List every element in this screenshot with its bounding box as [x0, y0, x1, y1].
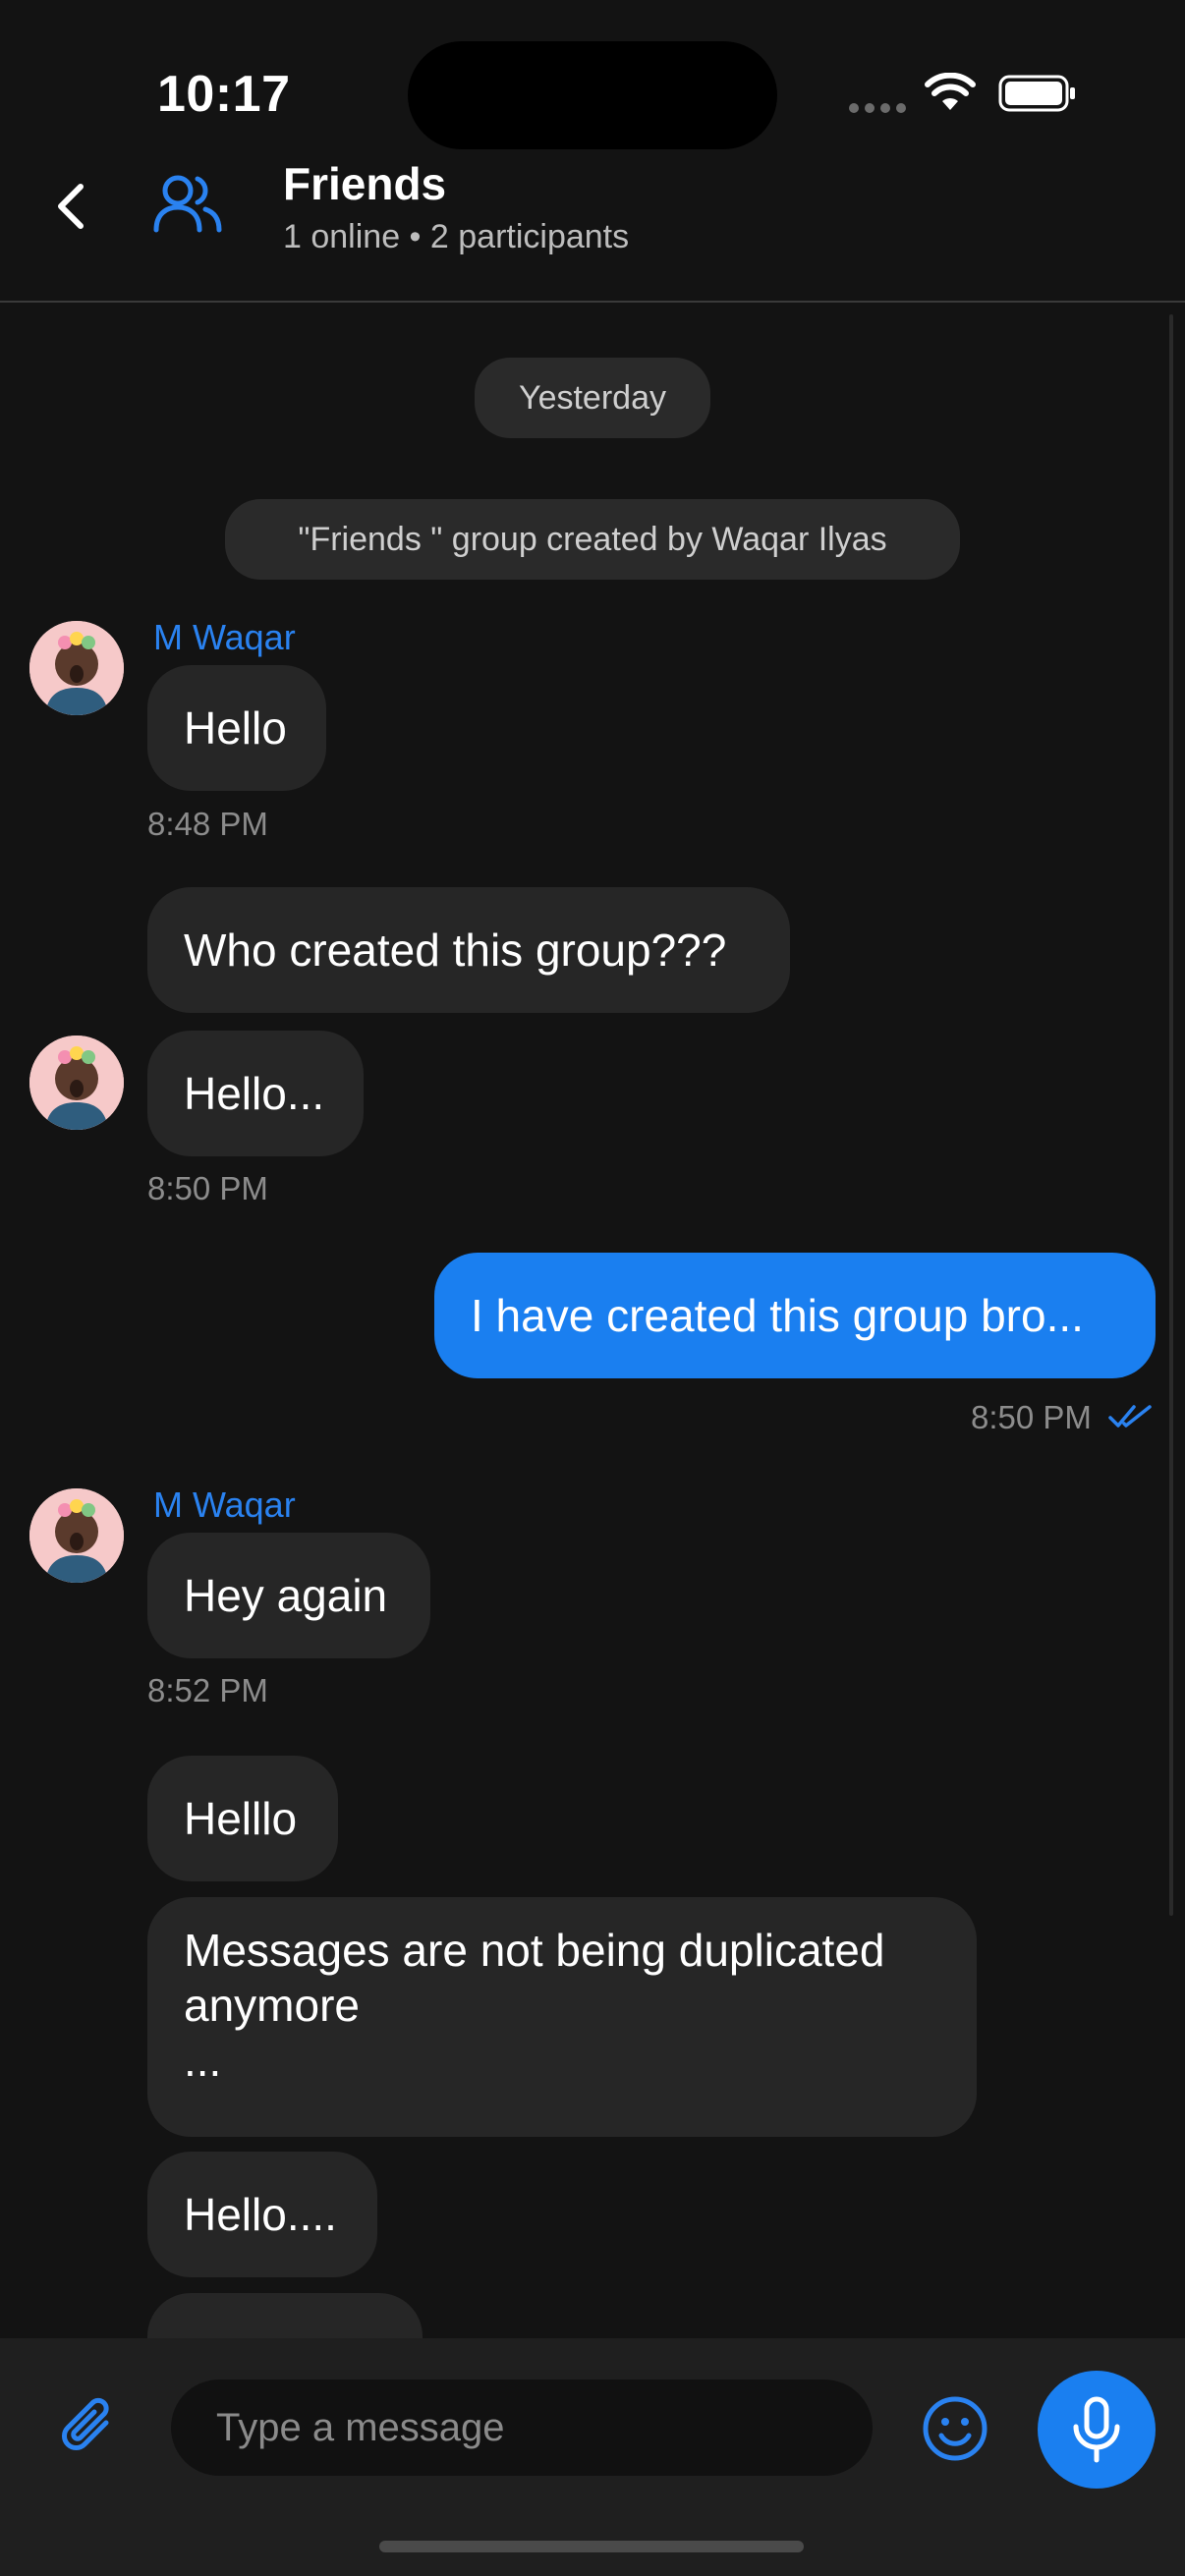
- message-timestamp: 8:52 PM: [147, 1672, 268, 1708]
- message-bubble[interactable]: Hello...: [147, 1031, 364, 1156]
- avatar-image: [29, 621, 124, 715]
- message-bubble[interactable]: Hey again: [147, 1533, 430, 1658]
- double-check-icon: [1108, 1405, 1152, 1428]
- wifi-icon: [925, 73, 976, 110]
- home-indicator[interactable]: [379, 2541, 804, 2552]
- message-timestamp: 8:50 PM: [147, 1170, 268, 1206]
- message-timestamp: 8:50 PM: [971, 1399, 1092, 1435]
- message-bubble[interactable]: Messages are not being duplicated anymor…: [147, 1897, 977, 2137]
- avatar[interactable]: [29, 1036, 124, 1130]
- smiley-icon[interactable]: [920, 2393, 990, 2464]
- chat-title[interactable]: Friends: [283, 157, 446, 210]
- chat-subtitle: 1 online • 2 participants: [283, 218, 630, 255]
- avatar-image: [29, 1488, 124, 1583]
- scrollbar[interactable]: [1169, 314, 1173, 1916]
- message-bubble[interactable]: Who created this group???: [147, 887, 790, 1013]
- sender-name[interactable]: M Waqar: [153, 617, 296, 658]
- back-button[interactable]: [51, 181, 90, 232]
- users-icon: [153, 175, 222, 233]
- sender-name[interactable]: M Waqar: [153, 1484, 296, 1526]
- dynamic-island: [408, 41, 777, 149]
- avatar[interactable]: [29, 1488, 124, 1583]
- message-bubble[interactable]: Hello....: [147, 2152, 377, 2277]
- message-input[interactable]: [171, 2380, 873, 2476]
- header-divider: [0, 301, 1185, 303]
- avatar-image: [29, 1036, 124, 1130]
- status-time: 10:17: [157, 66, 291, 123]
- microphone-icon: [1073, 2396, 1120, 2463]
- system-message: "Friends " group created by Waqar Ilyas: [225, 499, 960, 580]
- paperclip-icon[interactable]: [55, 2393, 126, 2464]
- message-timestamp: 8:48 PM: [147, 806, 268, 842]
- message-bubble[interactable]: Helllo: [147, 1756, 338, 1881]
- avatar[interactable]: [29, 621, 124, 715]
- date-separator: Yesterday: [475, 358, 710, 438]
- mic-button[interactable]: [1038, 2371, 1156, 2489]
- cellular-signal-icon: [849, 103, 906, 113]
- battery-icon: [998, 75, 1075, 112]
- message-bubble[interactable]: Hello: [147, 665, 326, 791]
- outgoing-message-bubble[interactable]: I have created this group bro...: [434, 1253, 1156, 1378]
